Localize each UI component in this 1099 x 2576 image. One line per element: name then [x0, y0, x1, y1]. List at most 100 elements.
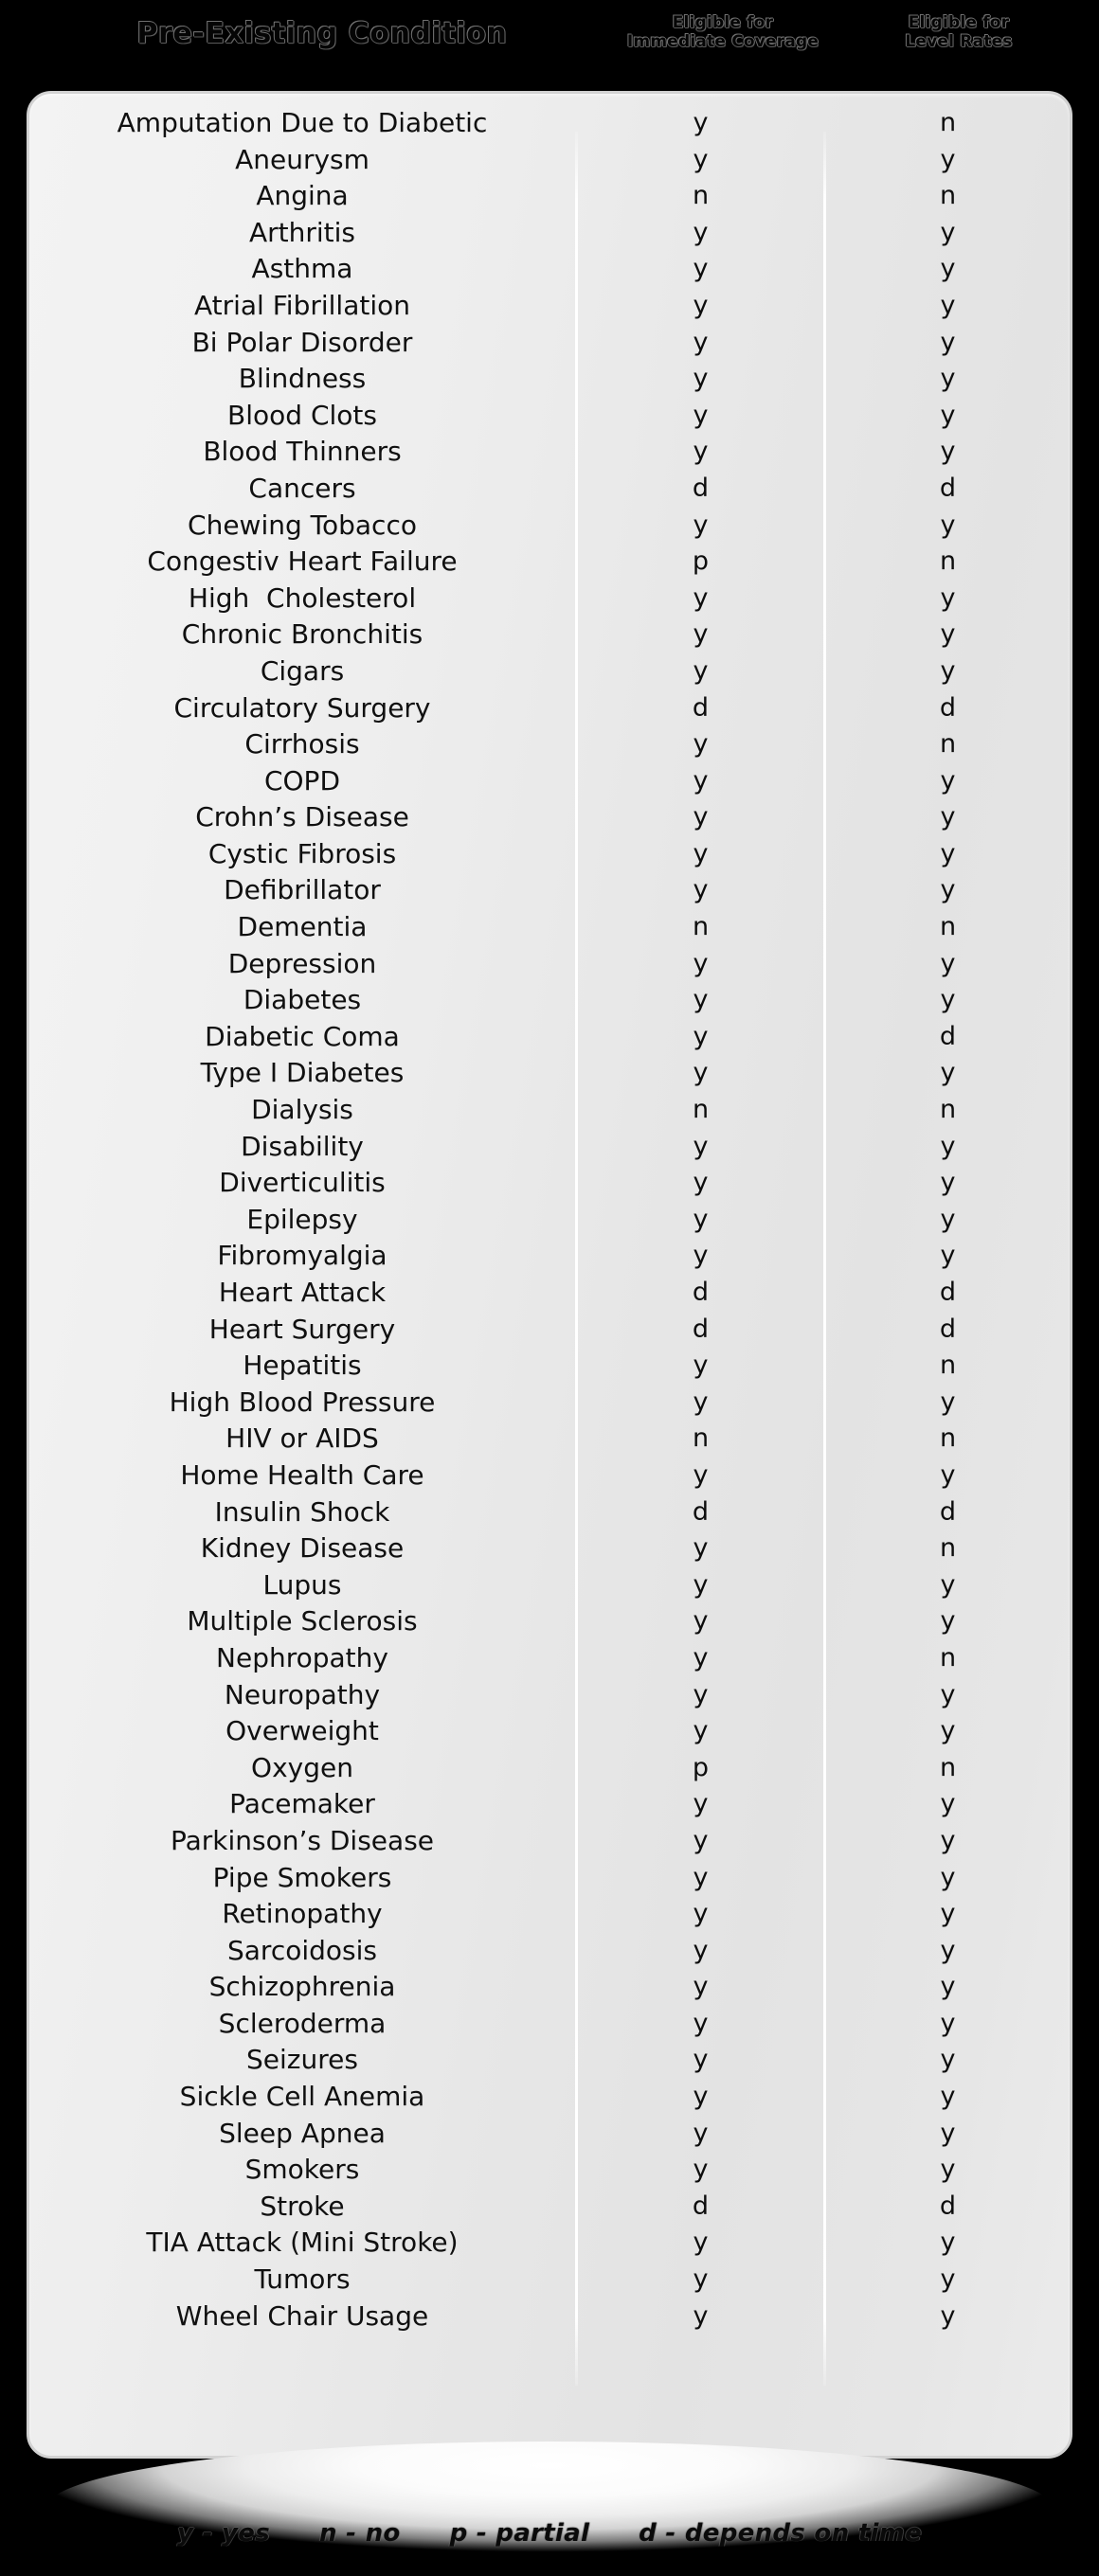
cell-level-rates: n — [939, 912, 957, 942]
cell-level-rates: y — [940, 1935, 956, 1965]
cell-immediate-coverage: y — [693, 1168, 709, 1198]
cell-condition: COPD — [263, 764, 341, 796]
cell-condition: Atrial Fibrillation — [193, 289, 411, 321]
cell-condition: Defibrillator — [224, 874, 381, 906]
legend-item: d - depends on time — [639, 2519, 923, 2548]
cell-immediate-coverage: y — [693, 2045, 709, 2075]
cell-immediate-coverage: d — [692, 2191, 710, 2221]
cell-immediate-coverage: y — [693, 510, 709, 540]
cell-level-rates: y — [940, 875, 956, 905]
cell-condition: Heart Attack — [218, 1277, 387, 1308]
cell-immediate-coverage: y — [693, 875, 709, 905]
cell-level-rates: y — [940, 2264, 956, 2295]
table-row: Overweight y y — [29, 1713, 1070, 1750]
cell-immediate-coverage: d — [692, 1278, 710, 1307]
table-row: Chewing Tobacco y y — [29, 508, 1070, 545]
cell-condition: Kidney Disease — [200, 1532, 405, 1565]
cell-condition: Retinopathy — [222, 1898, 383, 1930]
cell-immediate-coverage: y — [693, 2008, 709, 2038]
table-row: Parkinson’s Disease y y — [29, 1823, 1070, 1860]
table-row: Congestiv Heart Failure p n — [29, 544, 1070, 581]
cell-level-rates: y — [940, 1241, 956, 1271]
column-header-condition: Pre-Existing Condition — [28, 17, 616, 50]
cell-level-rates: y — [940, 1058, 956, 1088]
table-row: Schizophrenia y y — [29, 1969, 1070, 2006]
cell-level-rates: y — [940, 400, 956, 430]
cell-immediate-coverage: y — [693, 2118, 709, 2148]
table-row: Neuropathy y y — [29, 1677, 1070, 1714]
table-row: Seizures y y — [29, 2042, 1070, 2079]
table-row: Wheel Chair Usage y y — [29, 2299, 1070, 2335]
cell-immediate-coverage: y — [693, 1825, 709, 1855]
column-header-level-rates: Eligible for Level Rates — [847, 13, 1071, 51]
cell-immediate-coverage: y — [693, 1241, 709, 1271]
table-row: Sarcoidosis y y — [29, 1933, 1070, 1970]
table-row: Tumors y y — [29, 2262, 1070, 2299]
cell-level-rates: y — [940, 1679, 956, 1709]
table-row: Blood Clots y y — [29, 398, 1070, 435]
cell-immediate-coverage: y — [693, 2227, 709, 2258]
cell-immediate-coverage: y — [693, 1606, 709, 1637]
cell-level-rates: y — [940, 437, 956, 467]
table-row: Stroke d d — [29, 2189, 1070, 2226]
cell-immediate-coverage: y — [693, 1716, 709, 1746]
conditions-table-card: Amputation Due to Diabetic y n Aneurysm y y An… — [27, 91, 1072, 2459]
cell-condition: Bi Polar Disorder — [191, 326, 413, 358]
cell-condition: Hepatitis — [243, 1350, 362, 1382]
column-header-immediate-coverage: Eligible for Immediate Coverage — [599, 13, 847, 51]
cell-immediate-coverage: y — [693, 1204, 709, 1234]
cell-level-rates: y — [940, 1862, 956, 1892]
table-row: Lupus y y — [29, 1567, 1070, 1604]
cell-immediate-coverage: n — [692, 912, 710, 942]
table-row: Dialysis n n — [29, 1092, 1070, 1129]
cell-level-rates: n — [939, 1423, 957, 1454]
cell-condition: Epilepsy — [246, 1203, 358, 1235]
cell-condition: Dementia — [237, 911, 368, 943]
table-row: Aneurysm y y — [29, 142, 1070, 179]
table-row: Dementia n n — [29, 909, 1070, 946]
cell-condition: Blood Clots — [227, 399, 377, 431]
cell-condition: Scleroderma — [218, 2007, 387, 2039]
cell-level-rates: y — [940, 2118, 956, 2148]
cell-condition: Angina — [256, 180, 349, 212]
cell-level-rates: y — [940, 985, 956, 1015]
cell-condition: Arthritis — [248, 216, 356, 248]
cell-condition: Nephropathy — [216, 1641, 388, 1673]
table-row: Chronic Bronchitis y y — [29, 617, 1070, 653]
table-row: Oxygen p n — [29, 1750, 1070, 1787]
table-row: Pipe Smokers y y — [29, 1860, 1070, 1897]
cell-immediate-coverage: y — [693, 2082, 709, 2112]
cell-level-rates: y — [940, 1789, 956, 1819]
table-row: Amputation Due to Diabetic y n — [29, 105, 1070, 142]
cell-condition: Chewing Tobacco — [188, 509, 417, 541]
cell-condition: Sickle Cell Anemia — [179, 2081, 425, 2113]
cell-immediate-coverage: y — [693, 144, 709, 174]
cell-condition: Oxygen — [251, 1751, 353, 1783]
cell-immediate-coverage: y — [693, 1131, 709, 1161]
cell-immediate-coverage: y — [693, 1862, 709, 1892]
table-row: Depression y y — [29, 946, 1070, 983]
cell-condition: Tumors — [254, 2263, 351, 2296]
cell-immediate-coverage: p — [692, 546, 710, 577]
cell-immediate-coverage: y — [693, 1642, 709, 1673]
table-row: Crohn’s Disease y y — [29, 799, 1070, 836]
cell-level-rates: y — [940, 948, 956, 978]
cell-condition: Chronic Bronchitis — [181, 618, 423, 651]
cell-level-rates: d — [939, 1278, 957, 1307]
cell-condition: Sleep Apnea — [219, 2117, 386, 2149]
cell-condition: Sarcoidosis — [227, 1934, 377, 1966]
table-row: Pacemaker y y — [29, 1786, 1070, 1823]
cell-immediate-coverage: y — [693, 838, 709, 868]
cell-condition: Blood Thinners — [203, 436, 402, 468]
table-row: Heart Surgery d d — [29, 1312, 1070, 1349]
table-row: Diverticulitis y y — [29, 1165, 1070, 1202]
cell-level-rates: y — [940, 2082, 956, 2112]
cell-level-rates: y — [940, 1972, 956, 2002]
table-row: Circulatory Surgery d d — [29, 690, 1070, 727]
cell-condition: Multiple Sclerosis — [187, 1605, 418, 1637]
column-header-condition-label: Pre-Existing Condition — [136, 17, 508, 50]
column-header-immediate-line2: Immediate Coverage — [626, 32, 820, 52]
cell-level-rates: n — [939, 1533, 957, 1564]
cell-condition: HIV or AIDS — [225, 1422, 379, 1455]
cell-immediate-coverage: y — [693, 1351, 709, 1381]
